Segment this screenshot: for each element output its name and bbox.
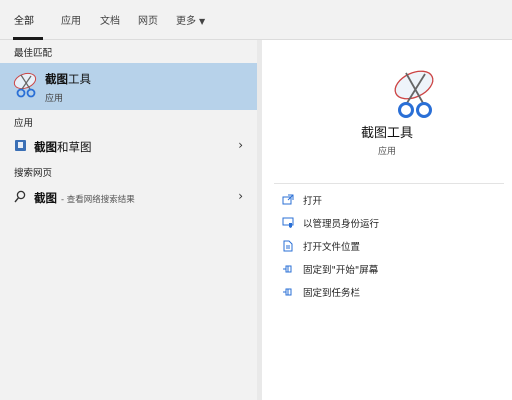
action-run-as-admin[interactable]: 以管理员身份运行 bbox=[282, 215, 502, 233]
run-as-admin-icon bbox=[282, 217, 294, 228]
tab-more-label: 更多 bbox=[176, 16, 196, 27]
app-result-sketch[interactable]: 截图和草图 › bbox=[0, 136, 257, 158]
best-match-item[interactable]: 截图工具 应用 bbox=[0, 63, 257, 110]
tab-web[interactable]: 网页 bbox=[138, 12, 158, 27]
tab-documents[interactable]: 文档 bbox=[100, 12, 120, 27]
detail-panel: 截图工具 应用 打开 以管理员身份运行 打开文件位置 固定到"开始"屏幕 固定到… bbox=[262, 40, 512, 400]
web-search-query: 截图 - 查看网络搜索结果 bbox=[34, 191, 135, 205]
best-match-type: 应用 bbox=[45, 94, 64, 104]
results-panel: 最佳匹配 截图工具 应用 应用 截图和草图 › 搜索网页 截图 - 查看网络搜索结… bbox=[0, 40, 257, 400]
snipping-tool-icon bbox=[13, 72, 37, 98]
action-pin-to-taskbar[interactable]: 固定到任务栏 bbox=[282, 284, 502, 302]
tab-more[interactable]: 更多 ▼ bbox=[176, 12, 205, 27]
tab-all[interactable]: 全部 bbox=[14, 12, 34, 27]
chevron-down-icon: ▼ bbox=[199, 17, 206, 26]
action-open-file-location-label: 打开文件位置 bbox=[303, 242, 361, 253]
best-match-heading: 最佳匹配 bbox=[14, 48, 53, 59]
action-pin-to-start[interactable]: 固定到"开始"屏幕 bbox=[282, 261, 502, 279]
action-pin-to-taskbar-label: 固定到任务栏 bbox=[303, 288, 361, 299]
search-tab-bar: 全部 应用 文档 网页 更多 ▼ bbox=[0, 0, 512, 40]
app-result-name: 截图和草图 bbox=[34, 140, 92, 154]
detail-subtitle: 应用 bbox=[377, 147, 396, 157]
snip-sketch-icon bbox=[15, 140, 26, 151]
action-open-file-location[interactable]: 打开文件位置 bbox=[282, 238, 502, 256]
chevron-right-icon[interactable]: › bbox=[238, 138, 243, 152]
web-search-hint: - 查看网络搜索结果 bbox=[61, 195, 135, 205]
web-search-heading: 搜索网页 bbox=[14, 168, 53, 179]
web-search-result[interactable]: 截图 - 查看网络搜索结果 › bbox=[0, 187, 257, 209]
action-pin-to-start-label: 固定到"开始"屏幕 bbox=[303, 265, 379, 276]
pin-icon bbox=[283, 265, 292, 273]
action-run-as-admin-label: 以管理员身份运行 bbox=[303, 219, 380, 230]
search-icon bbox=[14, 190, 26, 203]
apps-heading: 应用 bbox=[14, 118, 34, 129]
open-icon bbox=[282, 194, 294, 205]
chevron-right-icon[interactable]: › bbox=[238, 189, 243, 203]
best-match-name: 截图工具 bbox=[45, 72, 91, 86]
tab-apps[interactable]: 应用 bbox=[61, 12, 81, 27]
action-open[interactable]: 打开 bbox=[282, 192, 502, 210]
pin-icon bbox=[283, 288, 292, 296]
snipping-tool-icon bbox=[394, 70, 434, 118]
detail-divider bbox=[274, 183, 504, 184]
file-location-icon bbox=[283, 240, 293, 252]
detail-title: 截图工具 bbox=[360, 126, 413, 141]
action-open-label: 打开 bbox=[303, 196, 323, 207]
